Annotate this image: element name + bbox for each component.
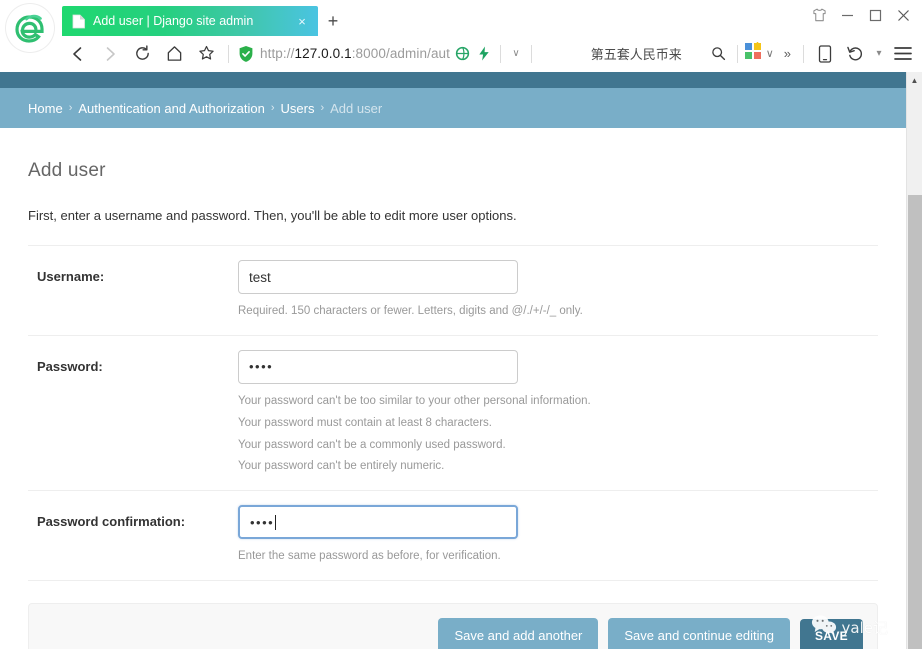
bookmark-star-icon[interactable] — [190, 39, 222, 69]
username-input[interactable]: test — [238, 260, 518, 294]
form-intro-text: First, enter a username and password. Th… — [28, 208, 517, 223]
username-help: Required. 150 characters or fewer. Lette… — [238, 301, 878, 323]
password-value: •••• — [249, 359, 274, 375]
minimize-button[interactable] — [834, 2, 860, 28]
toolbar-divider-3 — [531, 44, 533, 63]
form-row-password-confirmation: Password confirmation: •••• Enter the sa… — [28, 491, 878, 582]
toolbar-divider-2 — [500, 44, 502, 63]
mobile-view-icon[interactable] — [810, 39, 840, 69]
password-help-line-3: Your password can't be a commonly used p… — [238, 438, 506, 451]
breadcrumb-separator-1: › — [68, 102, 73, 114]
password-confirmation-value: •••• — [250, 514, 275, 530]
breadcrumb-separator-3: › — [320, 102, 325, 114]
url-path: :8000/admin/aut — [351, 46, 451, 61]
edge-e-logo-icon — [6, 4, 54, 52]
forward-button[interactable] — [94, 39, 126, 69]
toolbar-divider — [228, 44, 229, 63]
search-box[interactable]: 第五套人民币来 — [591, 39, 731, 69]
password-input[interactable]: •••• — [238, 349, 518, 384]
add-user-form: Username: test Required. 150 characters … — [28, 245, 878, 649]
breadcrumb-separator-2: › — [270, 102, 275, 114]
reload-icon[interactable] — [126, 39, 158, 69]
form-row-password: Password: •••• Your password can't be to… — [28, 336, 878, 492]
username-help-line-1: Required. 150 characters or fewer. Lette… — [238, 305, 583, 317]
url-text: http://127.0.0.1:8000/admin/aut — [260, 46, 450, 61]
toolbar-right-tools: ▾ — [810, 39, 918, 69]
url-host: 127.0.0.1 — [294, 46, 352, 61]
close-window-button[interactable] — [890, 2, 916, 28]
breadcrumb-item-add-user: Add user — [330, 100, 383, 116]
password-confirmation-help: Enter the same password as before, for v… — [238, 546, 878, 568]
extension-grid-icon[interactable] — [744, 41, 762, 65]
toolbar-divider-5 — [803, 44, 804, 63]
window-controls — [806, 0, 916, 30]
page-title: Add user — [28, 160, 106, 181]
password-help-line-2: Your password must contain at least 8 ch… — [238, 416, 492, 429]
green-shield-icon — [239, 45, 253, 62]
breadcrumb-item-home[interactable]: Home — [28, 101, 63, 116]
hamburger-menu-icon[interactable] — [888, 39, 918, 69]
submit-row: Save and add another Save and continue e… — [28, 603, 878, 649]
browser-toolbar: http://127.0.0.1:8000/admin/aut ∨ 第五套人民币… — [0, 36, 922, 72]
page-content: Add user First, enter a username and pas… — [0, 160, 906, 649]
search-icon[interactable] — [709, 44, 729, 64]
browser-logo-area — [0, 0, 62, 52]
translate-icon[interactable] — [452, 44, 472, 64]
address-dropdown-caret-icon[interactable]: ∨ — [507, 48, 525, 59]
password-confirmation-control: •••• Enter the same password as before, … — [238, 505, 878, 568]
tabs-container: Add user | Django site admin × + — [62, 0, 922, 36]
django-site-header — [0, 72, 906, 88]
undo-history-icon[interactable] — [840, 39, 870, 69]
scrollbar-track[interactable] — [907, 89, 922, 649]
breadcrumb-item-auth[interactable]: Authentication and Authorization — [78, 101, 264, 116]
password-help-line-1: Your password can't be too similar to yo… — [238, 394, 591, 407]
password-help: Your password can't be too similar to yo… — [238, 391, 878, 478]
search-input[interactable]: 第五套人民币来 — [591, 44, 707, 63]
tab-title: Add user | Django site admin — [93, 14, 254, 28]
scrollbar-thumb[interactable] — [908, 195, 922, 649]
password-confirmation-help-line-1: Enter the same password as before, for v… — [238, 550, 501, 563]
username-label: Username: — [37, 269, 105, 284]
password-confirmation-input[interactable]: •••• — [238, 505, 518, 540]
tab-add-user[interactable]: Add user | Django site admin × — [62, 6, 318, 36]
username-control: test Required. 150 characters or fewer. … — [238, 260, 878, 323]
overflow-chevron-icon[interactable]: » — [778, 46, 797, 61]
theme-shirt-icon[interactable] — [806, 2, 832, 28]
history-caret-icon[interactable]: ▾ — [870, 48, 888, 59]
form-row-username: Username: test Required. 150 characters … — [28, 245, 878, 336]
password-control: •••• Your password can't be too similar … — [238, 349, 878, 478]
breadcrumb-item-users[interactable]: Users — [281, 101, 315, 116]
save-and-continue-editing-button[interactable]: Save and continue editing — [608, 618, 790, 649]
save-and-add-another-button[interactable]: Save and add another — [438, 618, 599, 649]
page-viewport: Home › Authentication and Authorization … — [0, 72, 922, 649]
extensions-area: ∨ » — [744, 41, 797, 65]
back-button[interactable] — [62, 39, 94, 69]
url-scheme: http:// — [260, 46, 295, 61]
home-icon[interactable] — [158, 39, 190, 69]
extensions-caret-icon[interactable]: ∨ — [762, 47, 778, 60]
vertical-scrollbar[interactable]: ▲ — [906, 72, 922, 649]
scroll-up-arrow-icon[interactable]: ▲ — [907, 72, 922, 89]
django-admin-page: Home › Authentication and Authorization … — [0, 72, 906, 649]
new-tab-button[interactable]: + — [318, 6, 348, 36]
page-icon — [72, 14, 85, 28]
save-button[interactable]: SAVE — [800, 618, 863, 649]
password-help-line-4: Your password can't be entirely numeric. — [238, 460, 445, 473]
tab-strip: Add user | Django site admin × + — [0, 0, 922, 52]
username-value: test — [249, 269, 271, 285]
password-confirmation-label: Password confirmation: — [37, 514, 186, 530]
password-label: Password: — [37, 358, 103, 374]
breadcrumb: Home › Authentication and Authorization … — [0, 88, 906, 128]
address-bar[interactable]: http://127.0.0.1:8000/admin/aut ∨ — [235, 39, 591, 69]
maximize-button[interactable] — [862, 2, 888, 28]
browser-window: Add user | Django site admin × + http://… — [0, 0, 922, 649]
text-cursor — [275, 514, 277, 530]
toolbar-divider-4 — [736, 44, 738, 63]
tab-close-icon[interactable]: × — [294, 13, 310, 29]
lightning-icon[interactable] — [474, 44, 494, 64]
